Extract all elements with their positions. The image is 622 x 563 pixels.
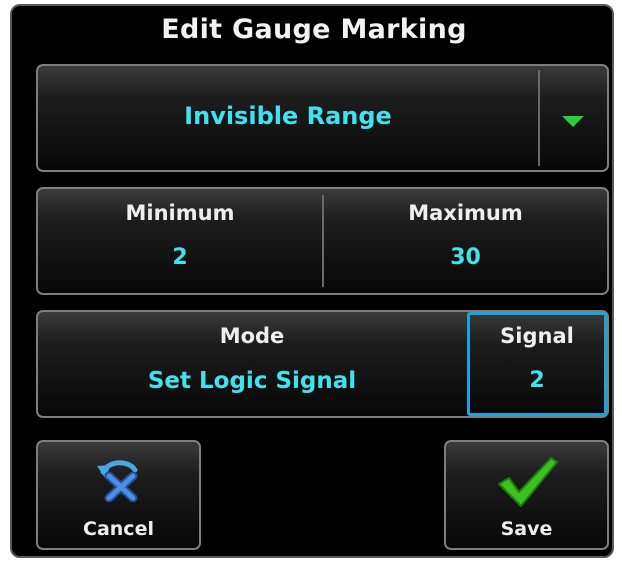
checkmark-icon bbox=[498, 457, 558, 507]
mode-panel: Mode Set Logic Signal Signal 2 bbox=[36, 310, 609, 418]
dropdown-divider bbox=[538, 70, 540, 166]
chevron-down-icon[interactable] bbox=[562, 116, 584, 127]
cancel-icon bbox=[97, 460, 138, 502]
range-panel: Minimum 2 Maximum 30 bbox=[36, 187, 609, 295]
signal-button[interactable]: Signal 2 bbox=[467, 312, 607, 416]
mode-button[interactable]: Mode Set Logic Signal bbox=[38, 312, 466, 416]
minimum-label: Minimum bbox=[125, 201, 235, 225]
mode-value: Set Logic Signal bbox=[147, 368, 357, 394]
marking-type-value: Invisible Range bbox=[184, 102, 392, 130]
cancel-label: Cancel bbox=[83, 518, 154, 540]
save-label: Save bbox=[500, 518, 553, 540]
cancel-button[interactable]: Cancel bbox=[36, 440, 201, 550]
minimum-value: 2 bbox=[172, 245, 188, 270]
dialog-title: Edit Gauge Marking bbox=[161, 14, 467, 45]
maximum-value: 30 bbox=[450, 245, 481, 270]
save-button[interactable]: Save bbox=[444, 440, 609, 550]
minimum-button[interactable]: Minimum 2 bbox=[38, 189, 322, 293]
signal-value: 2 bbox=[529, 368, 545, 393]
marking-type-dropdown[interactable]: Invisible Range bbox=[36, 64, 609, 172]
signal-label: Signal bbox=[500, 324, 574, 348]
maximum-label: Maximum bbox=[408, 201, 523, 225]
maximum-button[interactable]: Maximum 30 bbox=[324, 189, 607, 293]
edit-gauge-marking-dialog: Edit Gauge Marking Invisible Range Minim… bbox=[10, 4, 614, 558]
mode-label: Mode bbox=[219, 324, 285, 348]
